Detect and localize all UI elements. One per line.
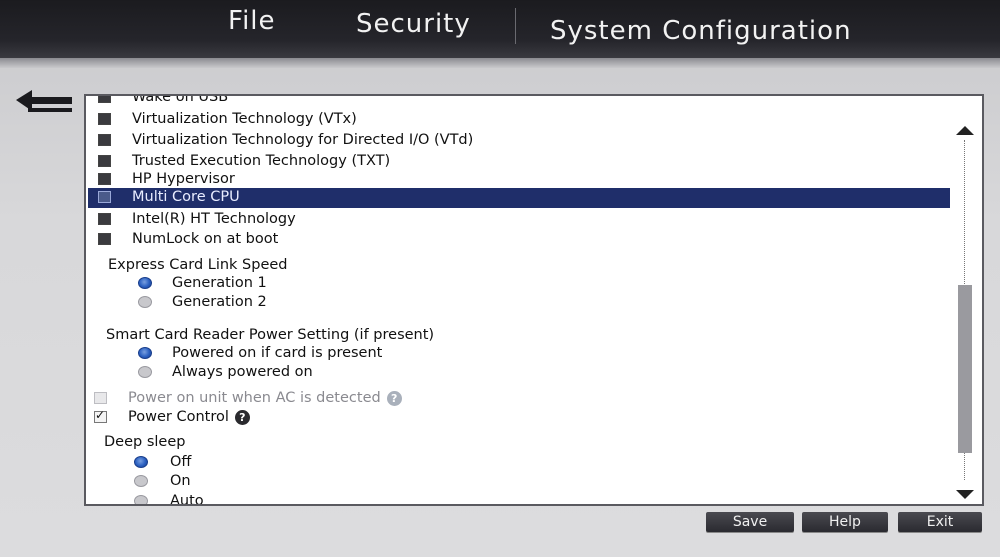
list-item-numlock[interactable]: NumLock on at boot: [96, 230, 956, 250]
radio-label: Auto: [170, 493, 204, 506]
radio-button[interactable]: [138, 347, 152, 359]
list-item-power-control[interactable]: Power Control?: [92, 408, 592, 428]
checkbox[interactable]: [98, 233, 111, 245]
menu-shadow: [0, 58, 1000, 68]
radio-generation-2[interactable]: Generation 2: [138, 293, 438, 313]
list-item-power-on-ac[interactable]: Power on unit when AC is detected?: [92, 389, 592, 409]
checkbox[interactable]: [98, 96, 111, 103]
radio-label: Powered on if card is present: [172, 345, 383, 361]
checkbox[interactable]: [94, 408, 107, 423]
list-item-multi-core-cpu[interactable]: Multi Core CPU: [88, 188, 950, 208]
radio-label: Generation 1: [172, 275, 267, 291]
back-arrow-icon[interactable]: [14, 90, 74, 120]
exit-button[interactable]: Exit: [898, 512, 982, 532]
checkbox[interactable]: [98, 113, 111, 125]
list-item-label: Wake on USB: [132, 94, 229, 105]
radio-label: Generation 2: [172, 294, 267, 310]
radio-powered-if-card[interactable]: Powered on if card is present: [138, 344, 498, 364]
radio-deep-sleep-auto[interactable]: Auto: [134, 492, 334, 506]
checkbox[interactable]: [98, 155, 111, 167]
scrollbar-thumb[interactable]: [958, 285, 972, 453]
checkbox[interactable]: [98, 173, 111, 185]
menu-security[interactable]: Security: [356, 9, 471, 39]
scroll-down-arrow-icon[interactable]: [956, 490, 974, 499]
radio-button[interactable]: [134, 495, 148, 504]
list-item-label: Multi Core CPU: [132, 189, 240, 205]
radio-deep-sleep-off[interactable]: Off: [134, 453, 334, 473]
radio-button[interactable]: [134, 475, 148, 487]
menu-divider: [515, 8, 516, 44]
help-button[interactable]: Help: [802, 512, 888, 532]
help-icon[interactable]: ?: [234, 409, 250, 425]
checkbox[interactable]: [98, 134, 111, 146]
menu-system-configuration[interactable]: System Configuration: [550, 16, 852, 46]
radio-button[interactable]: [134, 456, 148, 468]
list-item-wake-on-usb[interactable]: Wake on USB: [96, 94, 956, 108]
radio-button[interactable]: [138, 296, 152, 308]
list-item-intel-ht[interactable]: Intel(R) HT Technology: [96, 210, 956, 230]
settings-panel: Wake on USB Virtualization Technology (V…: [84, 94, 984, 506]
list-item-label: Virtualization Technology (VTx): [132, 111, 357, 127]
radio-label: On: [170, 473, 191, 489]
list-item-label: Virtualization Technology for Directed I…: [132, 132, 474, 148]
help-icon[interactable]: ?: [386, 390, 402, 406]
list-item-hp-hypervisor[interactable]: HP Hypervisor: [96, 170, 956, 190]
list-item-vtx[interactable]: Virtualization Technology (VTx): [96, 110, 956, 130]
radio-always-powered[interactable]: Always powered on: [138, 363, 498, 383]
radio-deep-sleep-on[interactable]: On: [134, 472, 334, 492]
list-item-label: NumLock on at boot: [132, 231, 279, 247]
menu-file[interactable]: File: [228, 6, 276, 36]
list-item-label: Power Control?: [128, 409, 250, 425]
checkbox[interactable]: [98, 191, 111, 203]
radio-label: Off: [170, 454, 192, 470]
list-item-label: Intel(R) HT Technology: [132, 211, 296, 227]
radio-button[interactable]: [138, 366, 152, 378]
list-item-txt[interactable]: Trusted Execution Technology (TXT): [96, 152, 956, 172]
radio-button[interactable]: [138, 277, 152, 289]
top-menu-bar: File Security System Configuration: [0, 0, 1000, 68]
radio-label: Always powered on: [172, 364, 313, 380]
checkbox[interactable]: [98, 213, 111, 225]
checkbox[interactable]: [94, 392, 107, 404]
scroll-up-arrow-icon[interactable]: [956, 126, 974, 135]
list-item-vtd[interactable]: Virtualization Technology for Directed I…: [96, 131, 956, 151]
save-button[interactable]: Save: [706, 512, 794, 532]
radio-generation-1[interactable]: Generation 1: [138, 274, 438, 294]
list-item-label: Trusted Execution Technology (TXT): [132, 153, 391, 169]
list-item-label: Power on unit when AC is detected?: [128, 390, 402, 406]
list-item-label: HP Hypervisor: [132, 171, 235, 187]
